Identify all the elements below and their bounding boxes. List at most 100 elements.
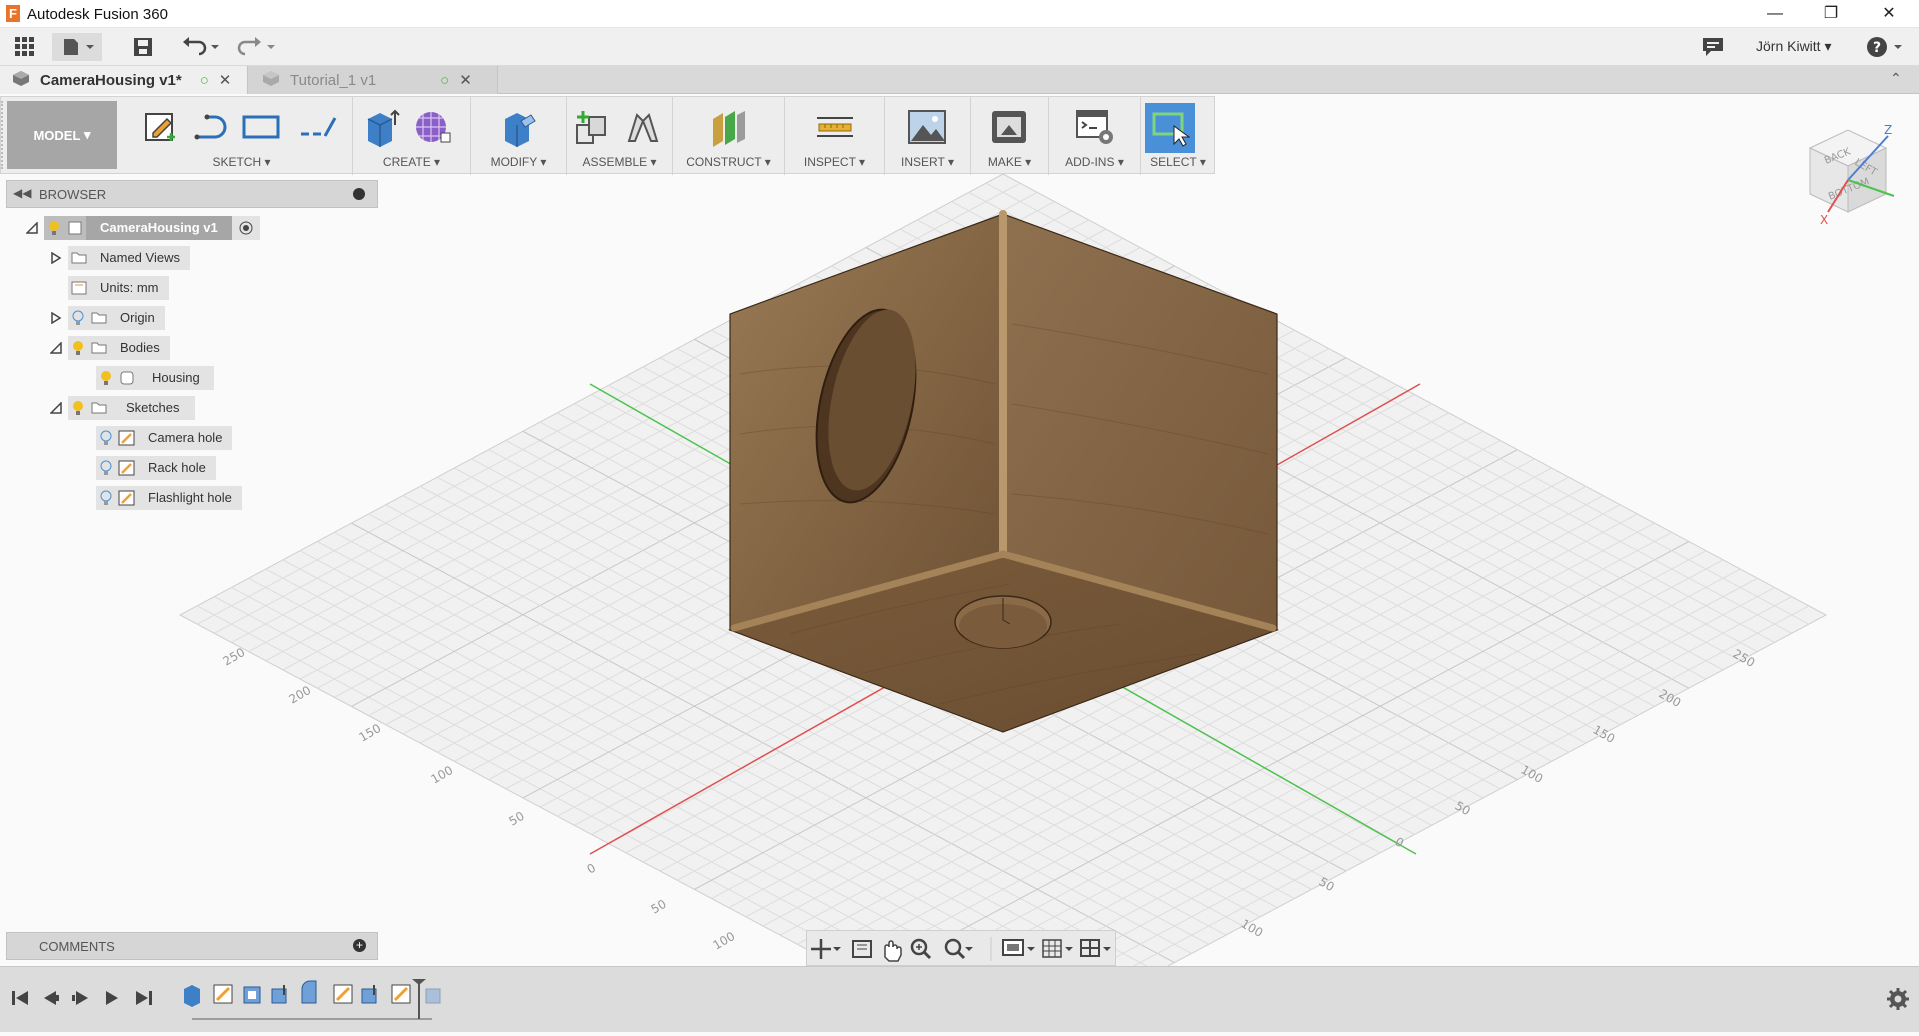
workspace-mode-button[interactable]: MODEL ▾ — [7, 101, 117, 169]
construct-menu[interactable]: CONSTRUCT ▾ — [673, 155, 784, 169]
browser-item-rack-hole[interactable]: Rack hole — [96, 456, 216, 480]
window-title: Autodesk Fusion 360 — [27, 6, 168, 23]
close-tab-icon[interactable]: ✕ — [459, 71, 472, 89]
bulb-off-icon[interactable] — [96, 456, 116, 480]
pan-icon[interactable] — [884, 940, 902, 962]
measure-icon[interactable] — [815, 107, 855, 147]
browser-root[interactable]: CameraHousing v1 — [20, 216, 260, 240]
browser-item-flashlight-hole[interactable]: Flashlight hole — [96, 486, 242, 510]
browser-item-camera-hole[interactable]: Camera hole — [96, 426, 233, 450]
collapse-toolbar-icon[interactable]: ⌃ — [1890, 70, 1902, 87]
apps-grid-icon[interactable] — [8, 33, 42, 61]
viewport-canvas[interactable]: 250 200 150 100 50 0 50 100 250 200 150 … — [0, 174, 1919, 966]
svg-text:200: 200 — [287, 683, 314, 707]
insert-canvas-icon[interactable] — [907, 107, 947, 147]
tab-label: Tutorial_1 v1 — [290, 71, 377, 89]
sketch-menu[interactable]: SKETCH ▾ — [131, 155, 352, 169]
browser-item-origin[interactable]: Origin — [44, 306, 165, 330]
viewports-icon[interactable] — [1080, 939, 1111, 957]
zoom-icon[interactable] — [910, 938, 932, 960]
svg-text:50: 50 — [649, 897, 669, 917]
make-menu[interactable]: MAKE ▾ — [971, 155, 1048, 169]
item-label: Housing — [138, 366, 214, 390]
activate-radio-icon[interactable] — [231, 216, 260, 240]
browser-item-sketches[interactable]: Sketches — [44, 396, 196, 420]
file-menu-icon[interactable] — [52, 33, 102, 61]
expanded-icon[interactable] — [44, 336, 68, 360]
undo-icon[interactable] — [178, 33, 224, 61]
folder-icon — [88, 336, 110, 360]
comments-panel[interactable]: COMMENTS + — [6, 932, 378, 960]
orbit-icon[interactable] — [811, 939, 841, 959]
minimize-button[interactable]: — — [1747, 0, 1803, 28]
save-icon[interactable] — [126, 33, 160, 61]
form-icon[interactable] — [413, 107, 453, 147]
bulb-icon[interactable] — [96, 366, 116, 390]
tab-camerahousing[interactable]: CameraHousing v1* ○ ✕ — [0, 66, 248, 94]
step-back-icon[interactable] — [44, 991, 59, 1005]
create-menu[interactable]: CREATE ▾ — [353, 155, 470, 169]
item-label: Named Views — [90, 246, 190, 270]
title-bar: F Autodesk Fusion 360 — ❐ ✕ — [0, 0, 1919, 28]
bulb-off-icon[interactable] — [96, 426, 116, 450]
addins-menu[interactable]: ADD-INS ▾ — [1049, 155, 1140, 169]
look-at-icon[interactable] — [852, 940, 872, 958]
viewcube[interactable]: BACK LEFT BOTTOM Z X — [1790, 120, 1900, 230]
extrude-icon[interactable] — [361, 107, 401, 147]
scripts-icon[interactable] — [1075, 107, 1115, 147]
expanded-icon[interactable] — [44, 396, 68, 420]
addins-group: ADD-INS ▾ — [1049, 97, 1141, 175]
play-icon[interactable] — [72, 991, 88, 1005]
close-window-button[interactable]: ✕ — [1861, 0, 1917, 28]
bulb-icon[interactable] — [44, 216, 64, 240]
redo-icon[interactable] — [234, 33, 280, 61]
notifications-icon[interactable] — [1696, 33, 1730, 61]
insert-menu[interactable]: INSERT ▾ — [885, 155, 970, 169]
assemble-menu[interactable]: ASSEMBLE ▾ — [567, 155, 672, 169]
line-sketch-icon[interactable] — [193, 107, 233, 147]
expanded-icon[interactable] — [20, 216, 44, 240]
bulb-off-icon[interactable] — [68, 306, 88, 330]
feature-press-pull-icon — [271, 985, 287, 1004]
construction-line-icon[interactable] — [299, 107, 339, 147]
timeline-settings-icon[interactable] — [1887, 988, 1909, 1010]
3d-print-icon[interactable] — [989, 107, 1029, 147]
offset-plane-icon[interactable] — [709, 107, 749, 147]
browser-item-bodies[interactable]: Bodies — [44, 336, 170, 360]
fit-icon[interactable] — [944, 938, 973, 960]
collapse-browser-icon[interactable]: ◀◀ — [13, 186, 31, 200]
restore-button[interactable]: ❐ — [1803, 0, 1859, 28]
browser-minus-icon[interactable] — [353, 188, 365, 200]
grid-settings-icon[interactable] — [1042, 939, 1073, 958]
step-forward-icon[interactable] — [106, 991, 118, 1005]
collapsed-icon[interactable] — [44, 306, 68, 330]
joint-icon[interactable] — [623, 107, 663, 147]
bulb-icon[interactable] — [68, 336, 88, 360]
modify-group: MODIFY ▾ — [471, 97, 567, 175]
close-tab-icon[interactable]: ✕ — [219, 71, 232, 89]
press-pull-icon[interactable] — [499, 107, 539, 147]
tab-label: CameraHousing v1* — [40, 71, 182, 89]
create-sketch-icon[interactable] — [141, 107, 181, 147]
browser-item-units[interactable]: Units: mm — [68, 276, 169, 300]
add-comment-icon[interactable]: + — [353, 939, 366, 952]
select-menu[interactable]: SELECT ▾ — [1141, 155, 1215, 169]
select-icon[interactable] — [1145, 103, 1195, 153]
go-to-end-icon[interactable] — [136, 991, 152, 1005]
new-component-icon[interactable] — [573, 107, 613, 147]
housing-body[interactable] — [728, 210, 1279, 733]
bulb-icon[interactable] — [68, 396, 88, 420]
browser-item-named-views[interactable]: Named Views — [44, 246, 190, 270]
modify-menu[interactable]: MODIFY ▾ — [471, 155, 566, 169]
bulb-off-icon[interactable] — [96, 486, 116, 510]
collapsed-icon[interactable] — [44, 246, 68, 270]
help-icon[interactable]: ? — [1862, 33, 1910, 61]
go-to-start-icon[interactable] — [12, 991, 28, 1005]
display-settings-icon[interactable] — [1002, 939, 1035, 956]
tab-tutorial[interactable]: Tutorial_1 v1 ○ ✕ — [248, 66, 498, 94]
inspect-menu[interactable]: INSPECT ▾ — [785, 155, 884, 169]
user-menu[interactable]: Jörn Kiwitt ▾ — [1756, 38, 1832, 55]
browser-item-housing[interactable]: Housing — [96, 366, 214, 390]
rectangle-sketch-icon[interactable] — [241, 107, 281, 147]
timeline-features[interactable] — [184, 979, 441, 1019]
